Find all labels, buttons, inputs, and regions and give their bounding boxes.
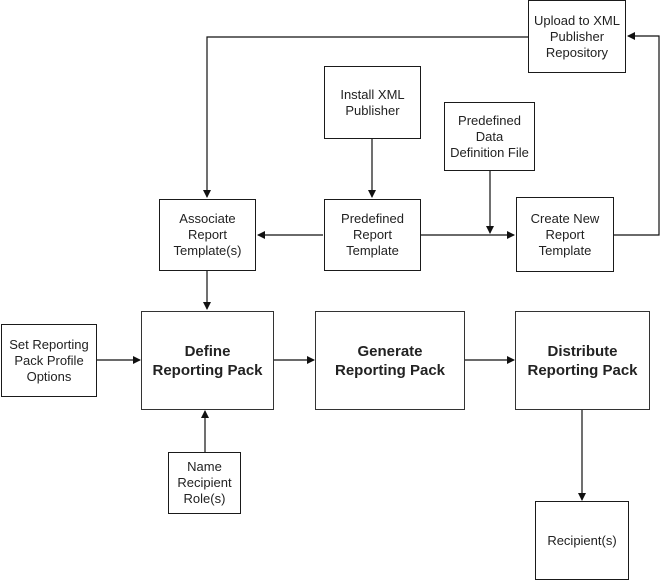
install-xml-publisher-node: Install XML Publisher	[324, 66, 421, 139]
define-reporting-pack-node: Define Reporting Pack	[141, 311, 274, 410]
set-profile-options-node: Set Reporting Pack Profile Options	[1, 324, 97, 397]
name-recipient-roles-node: Name Recipient Role(s)	[168, 452, 241, 514]
create-new-report-template-node: Create New Report Template	[516, 197, 614, 272]
predefined-report-template-node: Predefined Report Template	[324, 199, 421, 271]
recipients-node: Recipient(s)	[535, 501, 629, 580]
predefined-data-definition-node: Predefined Data Definition File	[444, 102, 535, 171]
distribute-reporting-pack-node: Distribute Reporting Pack	[515, 311, 650, 410]
generate-reporting-pack-node: Generate Reporting Pack	[315, 311, 465, 410]
upload-repository-node: Upload to XML Publisher Repository	[528, 0, 626, 73]
associate-report-template-node: Associate Report Template(s)	[159, 199, 256, 271]
